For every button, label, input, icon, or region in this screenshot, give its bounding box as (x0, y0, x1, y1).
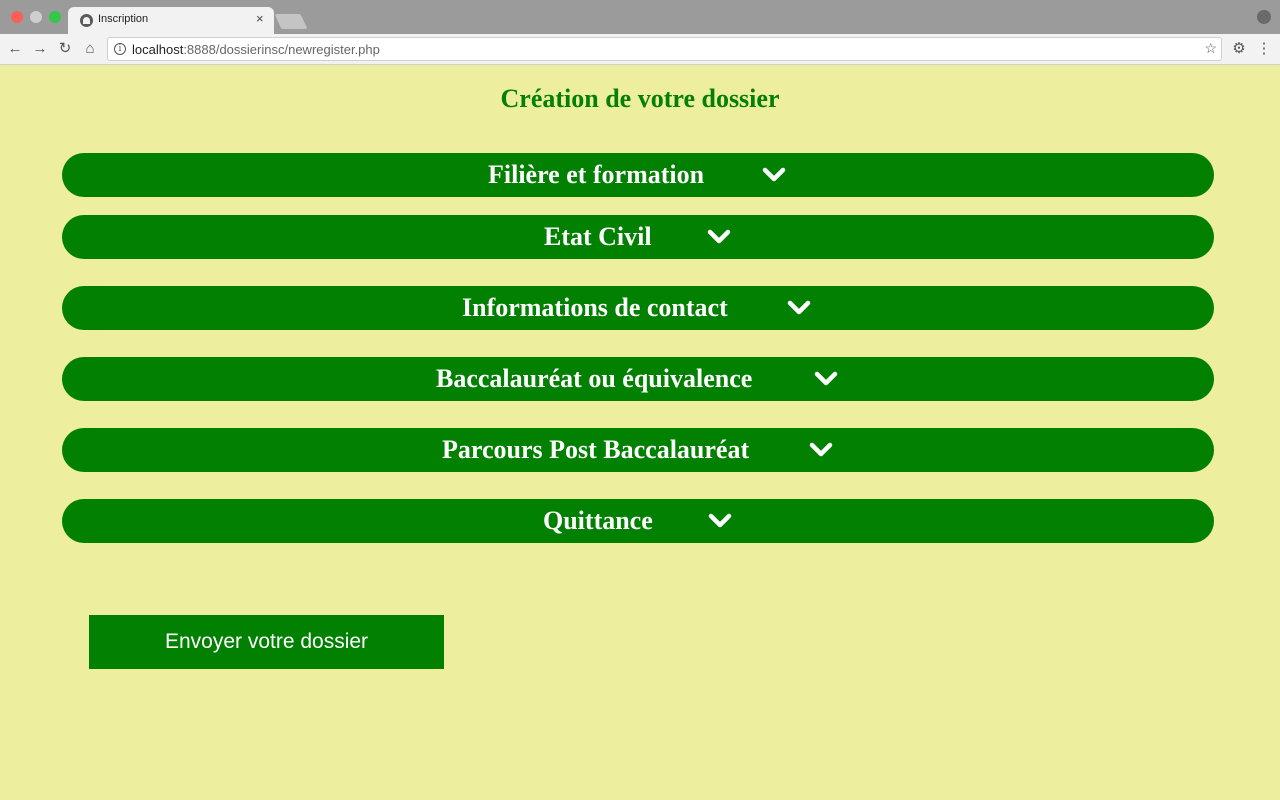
back-icon[interactable]: ← (6, 39, 24, 59)
bookmark-star-icon[interactable]: ☆ (1204, 40, 1217, 57)
section-label: Parcours Post Baccalauréat (442, 435, 750, 464)
address-bar[interactable]: i localhost:8888/dossierinsc/newregister… (107, 37, 1222, 61)
chevron-down-icon (809, 442, 833, 457)
section-baccalaureat[interactable]: Baccalauréat ou équivalence (62, 357, 1214, 401)
section-filiere-formation[interactable]: Filière et formation (62, 153, 1214, 197)
browser-toolbar: ← → ↻ ⌂ i localhost:8888/dossierinsc/new… (0, 34, 1280, 65)
profile-icon[interactable] (1257, 10, 1271, 24)
submit-dossier-button[interactable]: Envoyer votre dossier (89, 615, 444, 669)
favicon-icon (80, 14, 93, 27)
section-label: Baccalauréat ou équivalence (436, 364, 753, 393)
chevron-down-icon (814, 371, 838, 386)
url-host: localhost (132, 42, 184, 57)
reload-icon[interactable]: ↻ (56, 39, 74, 59)
tab-title: Inscription (98, 13, 149, 25)
page-title: Création de votre dossier (500, 84, 780, 113)
info-icon[interactable]: i (114, 43, 126, 55)
url-text: localhost:8888/dossierinsc/newregister.p… (132, 42, 380, 57)
extension-icon[interactable]: ⚙ (1230, 39, 1248, 59)
forward-icon[interactable]: → (31, 39, 49, 59)
section-etat-civil[interactable]: Etat Civil (62, 215, 1214, 259)
browser-tab[interactable]: Inscription × (68, 7, 274, 34)
section-label: Filière et formation (488, 160, 705, 189)
home-icon[interactable]: ⌂ (81, 39, 99, 59)
browser-tabstrip: Inscription × (0, 0, 1280, 34)
window-close-button[interactable] (11, 11, 23, 23)
url-path: :8888/dossierinsc/newregister.php (183, 42, 380, 57)
section-parcours-post-bac[interactable]: Parcours Post Baccalauréat (62, 428, 1214, 472)
section-label: Etat Civil (544, 222, 652, 251)
section-informations-contact[interactable]: Informations de contact (62, 286, 1214, 330)
chevron-down-icon (707, 229, 731, 244)
window-maximize-button[interactable] (49, 11, 61, 23)
new-tab-button[interactable] (274, 14, 308, 29)
chevron-down-icon (708, 513, 732, 528)
section-label: Informations de contact (462, 293, 728, 322)
chevron-down-icon (762, 167, 786, 182)
menu-icon[interactable]: ⋮ (1255, 39, 1273, 59)
section-label: Quittance (543, 506, 653, 535)
chevron-down-icon (787, 300, 811, 315)
section-quittance[interactable]: Quittance (62, 499, 1214, 543)
window-minimize-button[interactable] (30, 11, 42, 23)
tab-close-button[interactable]: × (256, 11, 264, 26)
